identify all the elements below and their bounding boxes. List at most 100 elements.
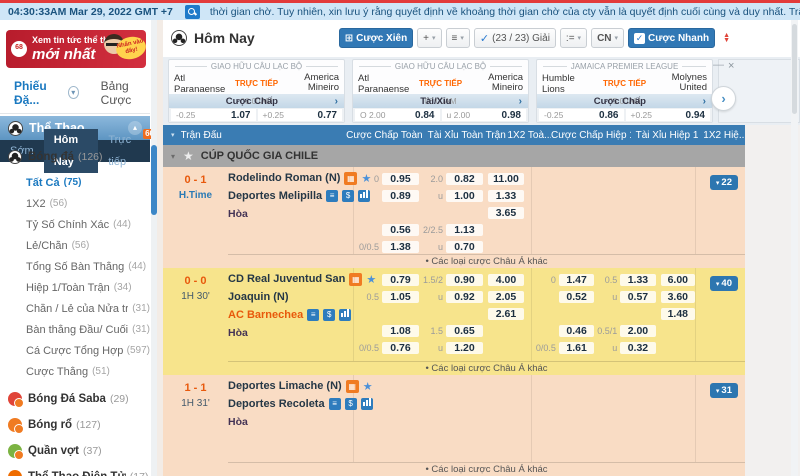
- cashout-icon[interactable]: $: [323, 309, 335, 321]
- market-band[interactable]: Cược Chấp›: [537, 94, 712, 108]
- odds-value-cell[interactable]: 0.95: [382, 173, 419, 185]
- match-tracker-icon[interactable]: ▦: [346, 380, 359, 393]
- col-match: Trận Đấu: [181, 130, 272, 141]
- odds-value-cell[interactable]: 0.90: [446, 274, 483, 286]
- odds-value-cell[interactable]: 0.32: [620, 342, 655, 354]
- stats-icon[interactable]: ≡: [307, 309, 319, 321]
- more-bets-badge[interactable]: ▾40: [710, 276, 738, 291]
- odds-value-cell[interactable]: 0.92: [446, 291, 483, 303]
- odds-format-button[interactable]: CN▾: [591, 28, 624, 48]
- more-bets-badge[interactable]: ▾31: [710, 383, 738, 398]
- page-scrollbar-thumb[interactable]: [792, 24, 797, 114]
- odds-value-cell[interactable]: 1.38: [382, 241, 419, 253]
- odds-value-cell[interactable]: 0.70: [446, 241, 483, 253]
- sort-mode-button[interactable]: :=▾: [560, 28, 587, 48]
- sidebar-filter-all[interactable]: Tất Cả(75): [0, 172, 150, 193]
- odds-cell[interactable]: +0.250.94: [626, 109, 711, 121]
- cashout-icon[interactable]: $: [342, 190, 354, 202]
- asian-markets-link[interactable]: • Các loại cược Châu Á khác: [228, 254, 745, 268]
- odds-handicap-cell: 0/0.5: [355, 343, 382, 353]
- close-icon[interactable]: ×: [728, 60, 734, 72]
- more-bets-badge[interactable]: ▾22: [710, 175, 738, 190]
- odds-cell[interactable]: u 2.000.98: [442, 109, 527, 121]
- odds-1x2-cell[interactable]: 3.60: [661, 291, 695, 303]
- odds-value-cell[interactable]: 0.79: [382, 274, 419, 286]
- sidebar-item-basketball[interactable]: Bóng rổ(127): [0, 414, 150, 436]
- odds-1x2-cell[interactable]: 1.48: [661, 308, 695, 320]
- odds-value-cell[interactable]: 1.00: [446, 190, 483, 202]
- announcement-icon[interactable]: [185, 5, 200, 19]
- away-team: AC Barnechea: [228, 309, 303, 321]
- odds-cell[interactable]: +0.250.77: [258, 109, 343, 121]
- odds-1x2-cell[interactable]: 2.05: [488, 291, 524, 303]
- odds-value-cell[interactable]: 1.08: [382, 325, 419, 337]
- odds-value-cell[interactable]: 1.33: [620, 274, 655, 286]
- odds-value-cell[interactable]: 0.89: [382, 190, 419, 202]
- odds-value-cell[interactable]: 1.47: [559, 274, 594, 286]
- promo-banner[interactable]: Xem tin tức thể thao mới nhất Nhấn vào đ…: [6, 30, 146, 68]
- league-row[interactable]: ▾ ★ CÚP QUỐC GIA CHILE: [163, 145, 745, 167]
- asian-markets-link[interactable]: • Các loại cược Châu Á khác: [228, 361, 745, 375]
- sidebar-filter-outright[interactable]: Cược Thắng(51): [0, 361, 150, 382]
- odds-value-cell[interactable]: 0.56: [382, 224, 419, 236]
- cashout-icon[interactable]: $: [345, 398, 357, 410]
- sidebar-item-tennis[interactable]: Quần vợt(37): [0, 440, 150, 462]
- odds-1x2-cell[interactable]: 6.00: [661, 274, 695, 286]
- parlay-button[interactable]: ⊞Cược Xiên: [339, 28, 413, 48]
- odds-1x2-cell[interactable]: 11.00: [488, 173, 524, 185]
- asian-markets-link[interactable]: • Các loại cược Châu Á khác: [228, 462, 745, 476]
- sidebar-filter-mix-parlay[interactable]: Cá Cược Tổng Hợp(597): [0, 340, 150, 361]
- odds-value-cell[interactable]: 1.61: [559, 342, 594, 354]
- sidebar-filter-correct-score[interactable]: Tỷ Số Chính Xác(44): [0, 214, 150, 235]
- sidebar-item-football[interactable]: Bóng đá (126): [0, 146, 150, 168]
- card-away-team: America Mineiro: [466, 73, 524, 94]
- sidebar-item-saba-soccer[interactable]: Bóng Đá Saba(29): [0, 388, 150, 410]
- odds-value-cell[interactable]: 0.82: [446, 173, 483, 185]
- tab-bet-slip[interactable]: Phiếu Đặ...: [14, 79, 63, 107]
- odds-1x2-cell[interactable]: 2.61: [488, 308, 524, 320]
- sidebar-filter-half-odd-even[interactable]: Chẵn / Lẻ của Nửa trận/T...(31): [0, 298, 150, 319]
- match-clock: 1H 31': [163, 398, 228, 409]
- odds-1x2-cell[interactable]: 3.65: [488, 207, 524, 219]
- sidebar-item-esports[interactable]: Thể Thao Điện Tử(17): [0, 466, 150, 476]
- chart-icon[interactable]: [339, 309, 351, 321]
- odds-value-cell[interactable]: 0.57: [620, 291, 655, 303]
- lines-icon: ≡: [452, 33, 458, 44]
- carousel-next-button[interactable]: ›: [711, 86, 736, 111]
- odds-value-cell[interactable]: 0.65: [446, 325, 483, 337]
- odds-value-cell[interactable]: 1.13: [446, 224, 483, 236]
- league-filter-button[interactable]: ✓(23 / 23) Giải: [474, 28, 556, 48]
- odds-1x2-cell[interactable]: 1.33: [488, 190, 524, 202]
- sidebar-filter-total-goals[interactable]: Tổng Số Bàn Thắng(44): [0, 256, 150, 277]
- stats-icon[interactable]: ≡: [326, 190, 338, 202]
- market-band[interactable]: Tài/Xỉu›: [353, 94, 528, 108]
- market-band[interactable]: Cược Chấp›: [169, 94, 344, 108]
- odds-value-cell[interactable]: 2.00: [620, 325, 655, 337]
- odds-1x2-cell[interactable]: 4.00: [488, 274, 524, 286]
- betting-app: 04:30:33AM Mar 29, 2022 GMT +7 thời gian…: [0, 0, 800, 476]
- sidebar-filter-odd-even[interactable]: Lẻ/Chẵn(56): [0, 235, 150, 256]
- odds-value-cell[interactable]: 0.52: [559, 291, 594, 303]
- sort-arrows-icon[interactable]: ▲▼: [723, 33, 730, 43]
- odds-value-cell[interactable]: 0.76: [382, 342, 419, 354]
- favorite-star-icon[interactable]: ★: [363, 380, 373, 393]
- display-mode-button[interactable]: ≡▾: [446, 28, 470, 48]
- odds-value-cell[interactable]: 1.20: [446, 342, 483, 354]
- odds-cell[interactable]: -0.250.86: [539, 109, 624, 121]
- add-button[interactable]: +▾: [417, 28, 441, 48]
- chevron-down-icon[interactable]: ▾: [171, 131, 175, 139]
- sidebar-filter-1x2[interactable]: 1X2(56): [0, 193, 150, 214]
- odds-cell[interactable]: -0.251.07: [171, 109, 256, 121]
- announcement-bar: 04:30:33AM Mar 29, 2022 GMT +7 thời gian…: [0, 0, 800, 20]
- sidebar-filter-ht-ft[interactable]: Hiệp 1/Toàn Trận(34): [0, 277, 150, 298]
- league-star-icon[interactable]: ★: [183, 149, 194, 163]
- quick-bet-toggle[interactable]: ✓Cược Nhanh: [628, 28, 715, 48]
- stats-icon[interactable]: ≡: [329, 398, 341, 410]
- odds-cell[interactable]: O 2.000.84: [355, 109, 440, 121]
- odds-value-cell[interactable]: 1.05: [382, 291, 419, 303]
- sidebar-filter-first-last-goal[interactable]: Bàn thắng Đầu/ Cuối(31): [0, 319, 150, 340]
- chart-icon[interactable]: [361, 398, 373, 410]
- odds-value-cell[interactable]: 0.46: [559, 325, 594, 337]
- tab-bet-list[interactable]: Bảng Cược: [101, 79, 150, 107]
- chevron-down-icon[interactable]: ▾: [68, 86, 79, 99]
